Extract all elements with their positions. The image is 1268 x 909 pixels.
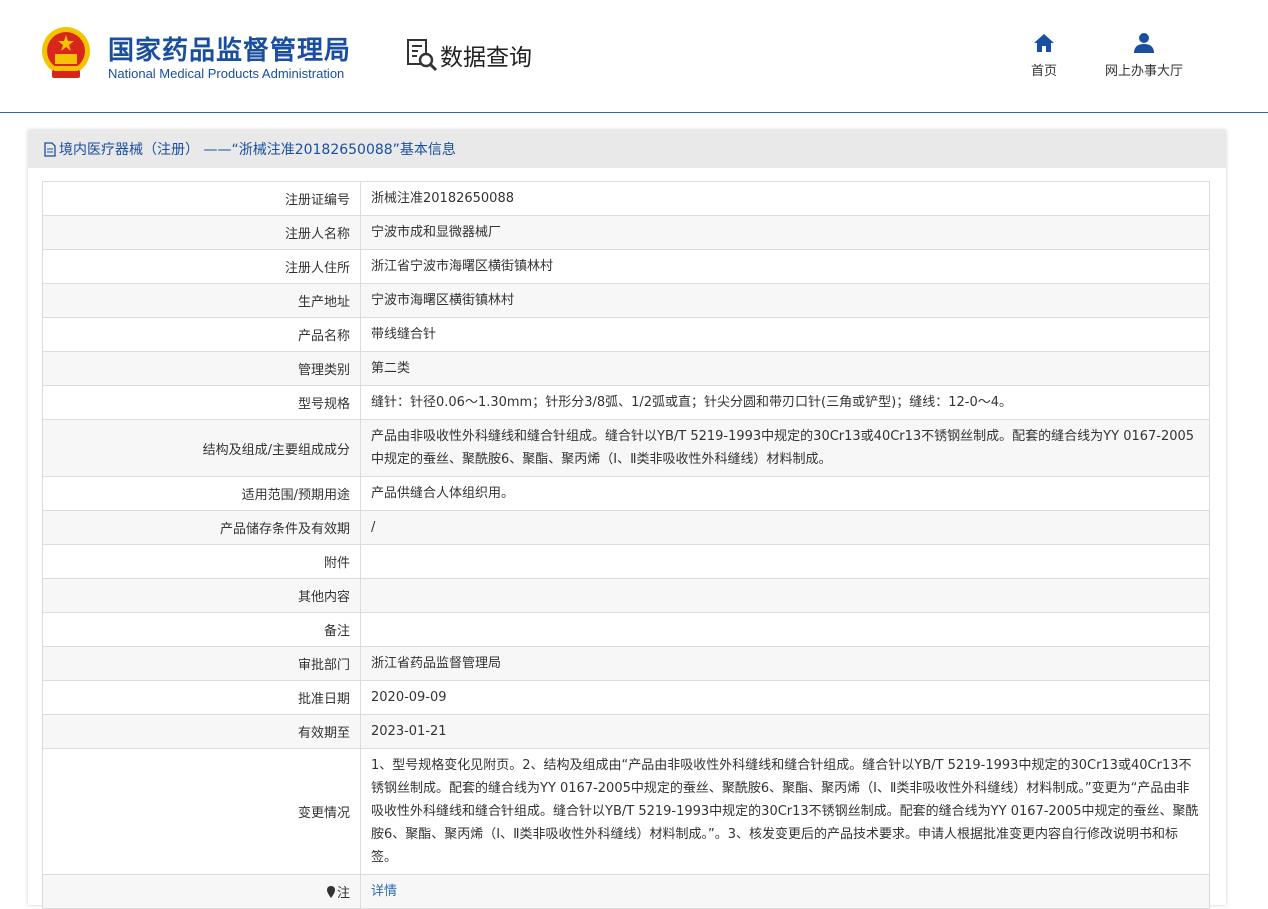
row-value: 产品供缝合人体组织用。	[360, 476, 1210, 511]
row-value	[360, 544, 1210, 579]
data-query-title: 数据查询	[406, 38, 532, 72]
table-row: 有效期至 2023-01-21	[42, 714, 1210, 749]
row-key: 管理类别	[42, 351, 361, 386]
info-table: 注册证编号 浙械注准20182650088 注册人名称 宁波市成和显微器械厂 注册人…	[42, 181, 1210, 909]
home-icon	[1034, 34, 1054, 52]
row-value	[360, 578, 1210, 613]
table-row: 型号规格 缝针：针径0.06～1.30mm；针形分3/8弧、1/2弧或直；针尖分圆…	[42, 385, 1210, 420]
row-value: 2023-01-21	[360, 714, 1210, 749]
table-row: 附件	[42, 544, 1210, 579]
site-header: 国家药品监督管理局 National Medical Products Admi…	[0, 0, 1268, 113]
row-value: 缝针：针径0.06～1.30mm；针形分3/8弧、1/2弧或直；针尖分圆和带刃口…	[360, 385, 1210, 420]
table-row: 注册证编号 浙械注准20182650088	[42, 181, 1210, 216]
row-value: 产品由非吸收性外科缝线和缝合针组成。缝合针以YB/T 5219-1993中规定的…	[360, 419, 1210, 477]
row-key: 注册证编号	[42, 181, 361, 216]
national-emblem-icon	[42, 27, 90, 78]
document-search-icon	[407, 39, 438, 72]
table-row: 适用范围/预期用途 产品供缝合人体组织用。	[42, 476, 1210, 511]
nav-home-label: 首页	[1030, 64, 1057, 79]
panel-title: 境内医疗器械（注册） ——“浙械注准20182650088”基本信息	[59, 142, 456, 158]
pin-icon	[326, 886, 335, 898]
row-key: 备注	[42, 612, 361, 647]
row-value: 浙江省宁波市海曙区横街镇林村	[360, 249, 1210, 284]
row-key: 结构及组成/主要组成成分	[42, 419, 361, 477]
table-row: 产品名称 带线缝合针	[42, 317, 1210, 352]
details-link[interactable]: 详情	[371, 884, 397, 899]
row-value: /	[360, 510, 1210, 545]
row-key: 变更情况	[42, 748, 361, 875]
document-icon	[44, 141, 56, 157]
row-key: 其他内容	[42, 578, 361, 613]
row-value: 2020-09-09	[360, 680, 1210, 715]
row-value: 浙械注准20182650088	[360, 181, 1210, 216]
nav-online-hall-label: 网上办事大厅	[1104, 64, 1183, 79]
site-title-cn: 国家药品监督管理局	[108, 36, 352, 66]
table-row: 产品储存条件及有效期 /	[42, 510, 1210, 545]
detail-panel: 境内医疗器械（注册） ——“浙械注准20182650088”基本信息 注册证编号…	[28, 130, 1226, 909]
row-key: 产品储存条件及有效期	[42, 510, 361, 545]
table-row: 生产地址 宁波市海曙区横街镇林村	[42, 283, 1210, 318]
table-row: 审批部门 浙江省药品监督管理局	[42, 646, 1210, 681]
row-value: 带线缝合针	[360, 317, 1210, 352]
row-value: 宁波市成和显微器械厂	[360, 215, 1210, 250]
row-key: 有效期至	[42, 714, 361, 749]
nav-online-hall[interactable]: 网上办事大厅	[1098, 32, 1190, 79]
row-key: 注	[42, 874, 361, 909]
table-row: 管理类别 第二类	[42, 351, 1210, 386]
table-row: 批准日期 2020-09-09	[42, 680, 1210, 715]
row-value: 1、型号规格变化见附页。2、结构及组成由“产品由非吸收性外科缝线和缝合针组成。缝…	[360, 748, 1210, 875]
row-key: 注册人住所	[42, 249, 361, 284]
nav-home[interactable]: 首页	[1026, 32, 1062, 79]
row-key: 批准日期	[42, 680, 361, 715]
row-value: 第二类	[360, 351, 1210, 386]
table-row: 结构及组成/主要组成成分 产品由非吸收性外科缝线和缝合针组成。缝合针以YB/T 5…	[42, 419, 1210, 477]
row-key: 附件	[42, 544, 361, 579]
note-key-label: 注	[336, 886, 350, 901]
row-key: 注册人名称	[42, 215, 361, 250]
site-title-en: National Medical Products Administration	[108, 66, 345, 81]
table-row: 其他内容	[42, 578, 1210, 613]
row-value: 浙江省药品监督管理局	[360, 646, 1210, 681]
table-row: 变更情况 1、型号规格变化见附页。2、结构及组成由“产品由非吸收性外科缝线和缝合针…	[42, 748, 1210, 875]
table-row: 备注	[42, 612, 1210, 647]
row-key: 型号规格	[42, 385, 361, 420]
row-value	[360, 612, 1210, 647]
row-key: 产品名称	[42, 317, 361, 352]
row-value: 详情	[360, 874, 1210, 909]
user-icon	[1134, 33, 1154, 53]
panel-header: 境内医疗器械（注册） ——“浙械注准20182650088”基本信息	[28, 130, 1226, 168]
row-value: 宁波市海曙区横街镇林村	[360, 283, 1210, 318]
row-key: 审批部门	[42, 646, 361, 681]
table-row: 注 详情	[42, 874, 1210, 909]
row-key: 适用范围/预期用途	[42, 476, 361, 511]
table-row: 注册人名称 宁波市成和显微器械厂	[42, 215, 1210, 250]
data-query-label: 数据查询	[440, 45, 532, 71]
table-row: 注册人住所 浙江省宁波市海曙区横街镇林村	[42, 249, 1210, 284]
row-key: 生产地址	[42, 283, 361, 318]
